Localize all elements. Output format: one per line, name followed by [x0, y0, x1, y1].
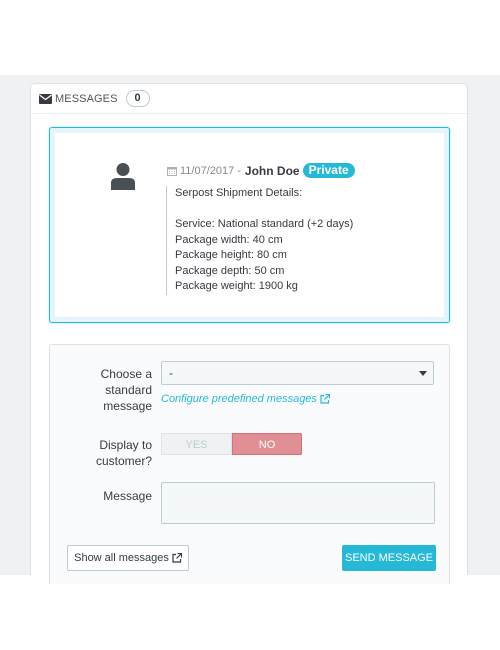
toggle-no-option[interactable]: NO — [232, 433, 302, 455]
send-message-button[interactable]: SEND MESSAGE — [342, 545, 436, 571]
message-item: 11/07/2017 - John Doe Private Serpost Sh… — [49, 127, 450, 323]
message-body: Serpost Shipment Details: Service: Natio… — [166, 186, 353, 295]
meta-separator: - — [237, 164, 241, 177]
message-count-badge: 0 — [125, 90, 150, 107]
message-textarea[interactable] — [161, 482, 435, 524]
messages-panel: MESSAGES 0 11/07/2017 - John Doe Private — [30, 83, 468, 584]
display-to-customer-label: Display to customer? — [95, 438, 152, 468]
private-badge: Private — [302, 163, 355, 178]
user-icon — [111, 163, 135, 190]
display-to-customer-toggle[interactable]: YES NO — [161, 433, 302, 455]
external-link-icon — [172, 553, 182, 563]
message-line: Package width: 40 cm — [175, 233, 283, 246]
standard-message-select[interactable]: - — [161, 361, 434, 385]
message-label: Message — [103, 489, 152, 503]
message-author: John Doe — [244, 163, 300, 178]
message-line: Service: National standard (+2 days) — [175, 218, 354, 230]
panel-heading: MESSAGES 0 — [31, 84, 467, 114]
message-line: Package height: 80 cm — [175, 249, 287, 261]
external-link-icon — [320, 394, 330, 404]
standard-message-label: Choose a standard message — [100, 367, 152, 413]
select-value: - — [169, 366, 173, 380]
toggle-yes-option[interactable]: YES — [161, 433, 232, 455]
calendar-icon — [167, 166, 177, 176]
envelope-icon — [39, 93, 52, 104]
message-line: Package depth: 50 cm — [175, 264, 285, 277]
new-message-form: Choose a standard message - Configure pr… — [49, 344, 450, 584]
message-date: 11/07/2017 — [180, 164, 235, 177]
configure-predefined-messages-link[interactable]: Configure predefined messages — [161, 393, 330, 405]
panel-title: MESSAGES — [55, 92, 118, 105]
chevron-down-icon — [419, 371, 427, 376]
message-meta: 11/07/2017 - John Doe Private — [167, 163, 355, 178]
message-line: Serpost Shipment Details: — [175, 187, 303, 199]
message-line-blank — [175, 202, 353, 218]
message-line: Package weight: 1900 kg — [175, 280, 298, 292]
show-all-messages-button[interactable]: Show all messages — [67, 545, 189, 571]
